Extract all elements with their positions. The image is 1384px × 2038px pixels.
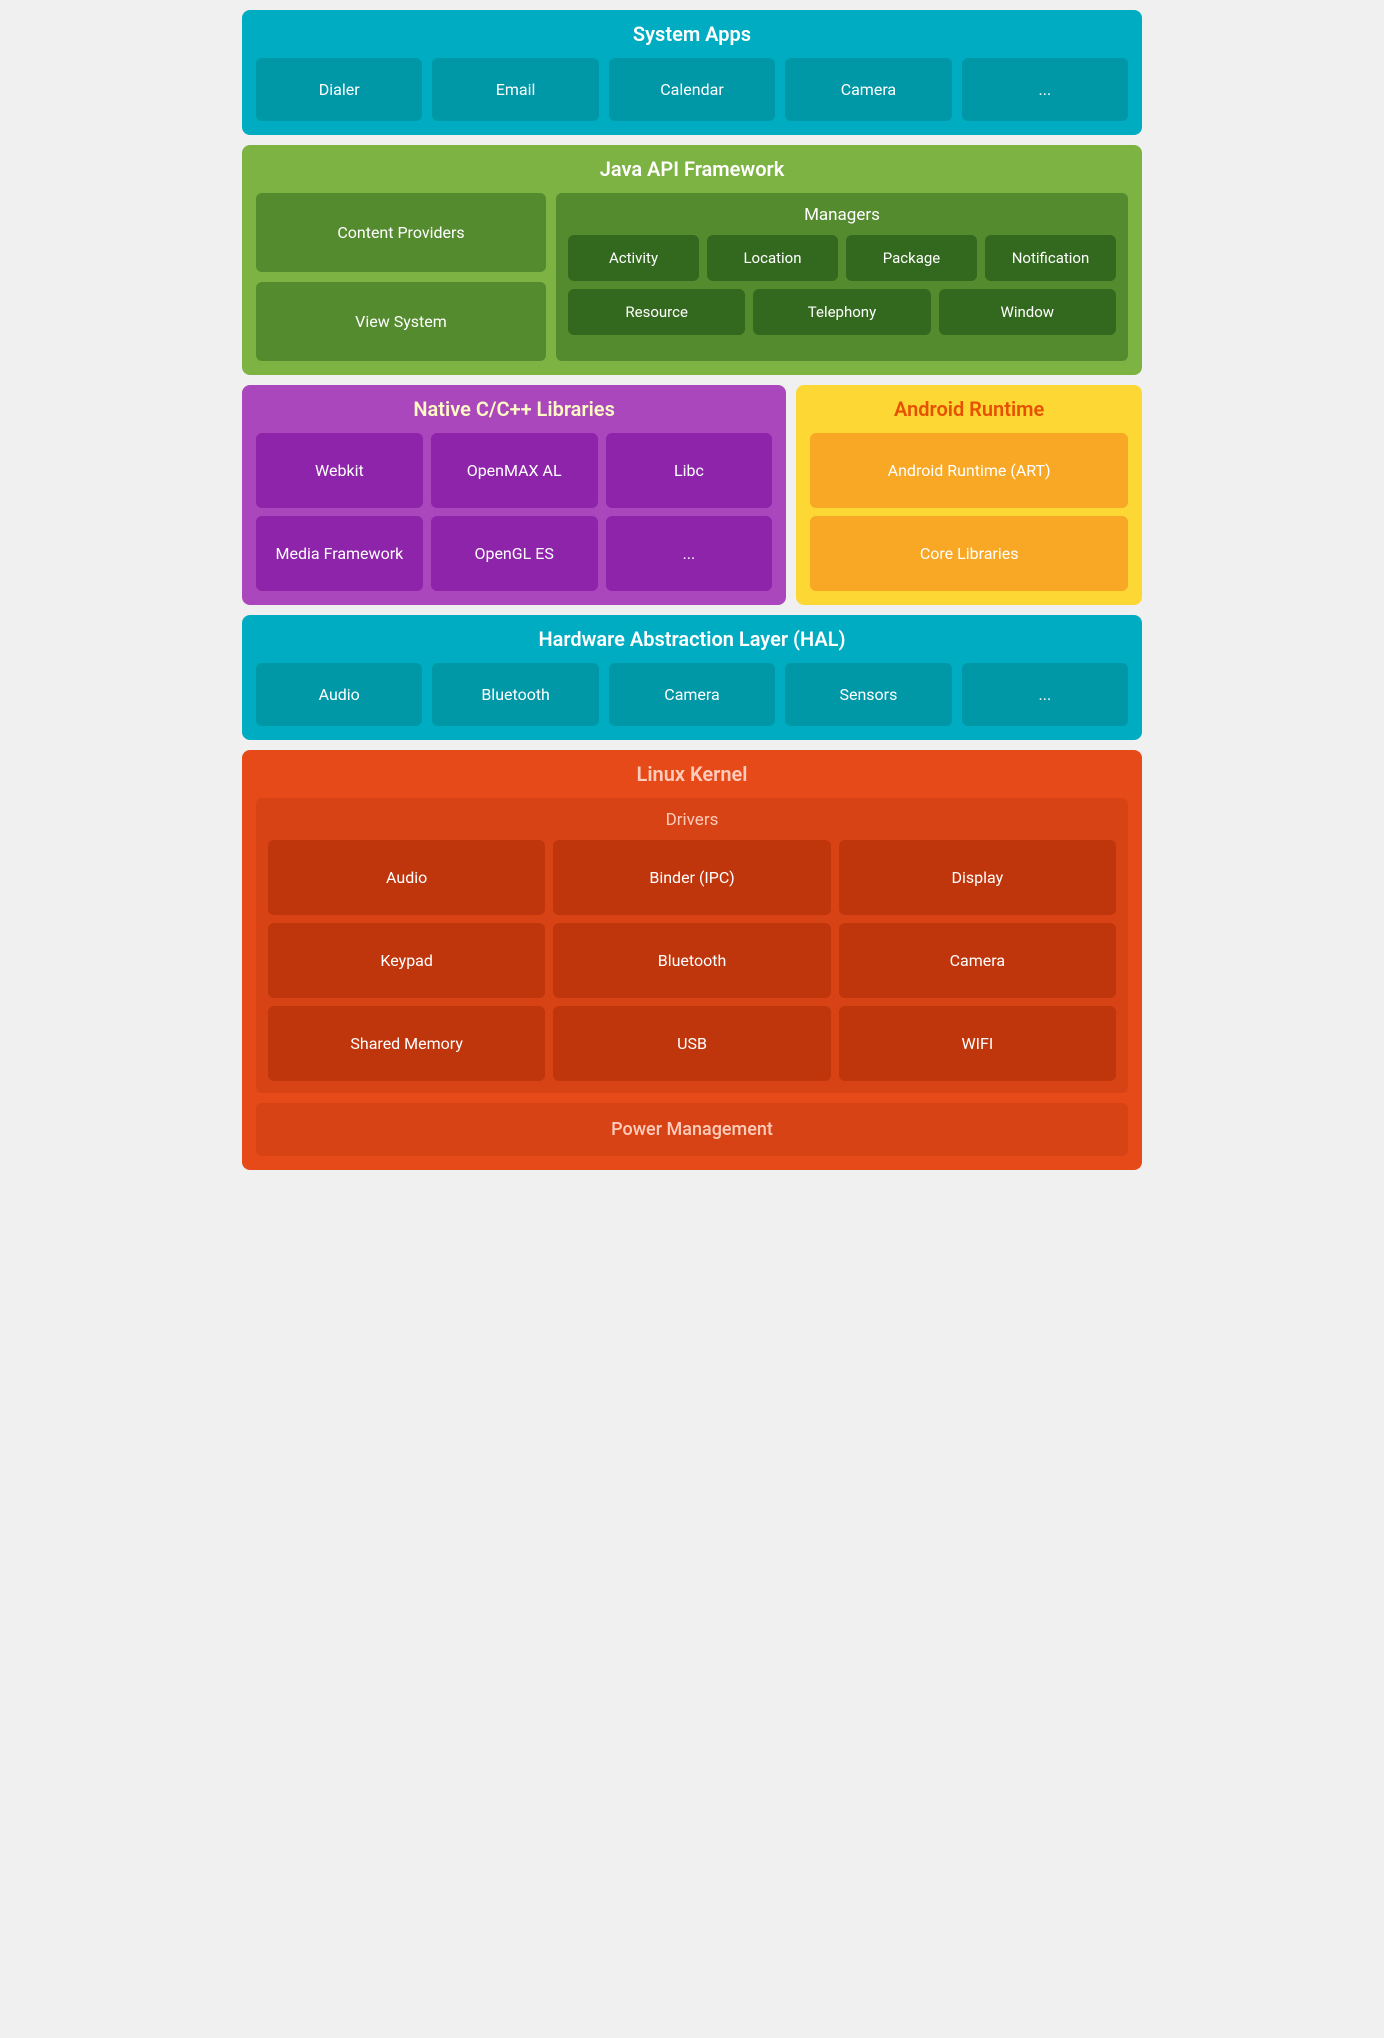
list-item: Camera bbox=[785, 58, 951, 121]
drivers-row-3: Shared Memory USB WIFI bbox=[268, 1006, 1116, 1081]
system-apps-items: Dialer Email Calendar Camera ... bbox=[256, 58, 1128, 121]
hal-items: Audio Bluetooth Camera Sensors ... bbox=[256, 663, 1128, 726]
managers-row-1: Activity Location Package Notification bbox=[568, 235, 1116, 281]
content-providers-item: Content Providers bbox=[256, 193, 546, 272]
list-item: Calendar bbox=[609, 58, 775, 121]
list-item: Media Framework bbox=[256, 516, 423, 591]
list-item: Dialer bbox=[256, 58, 422, 121]
list-item: Email bbox=[432, 58, 598, 121]
list-item: Shared Memory bbox=[268, 1006, 545, 1081]
java-api-left: Content Providers View System bbox=[256, 193, 546, 361]
native-libs-layer: Native C/C++ Libraries Webkit OpenMAX AL… bbox=[242, 385, 786, 605]
view-system-item: View System bbox=[256, 282, 546, 361]
native-libs-title: Native C/C++ Libraries bbox=[256, 397, 772, 421]
list-item: Sensors bbox=[785, 663, 951, 726]
system-apps-title: System Apps bbox=[256, 22, 1128, 46]
list-item: Android Runtime (ART) bbox=[810, 433, 1128, 508]
native-libs-grid: Webkit OpenMAX AL Libc Media Framework O… bbox=[256, 433, 772, 591]
managers-box: Managers Activity Location Package Notif… bbox=[556, 193, 1128, 361]
list-item: Core Libraries bbox=[810, 516, 1128, 591]
list-item: ... bbox=[962, 663, 1128, 726]
drivers-row-2: Keypad Bluetooth Camera bbox=[268, 923, 1116, 998]
native-libs-row-1: Webkit OpenMAX AL Libc bbox=[256, 433, 772, 508]
list-item: ... bbox=[962, 58, 1128, 121]
list-item: Bluetooth bbox=[553, 923, 830, 998]
list-item: Bluetooth bbox=[432, 663, 598, 726]
drivers-grid: Audio Binder (IPC) Display Keypad Blueto… bbox=[268, 840, 1116, 1081]
list-item: Audio bbox=[256, 663, 422, 726]
drivers-title: Drivers bbox=[268, 810, 1116, 830]
linux-kernel-layer: Linux Kernel Drivers Audio Binder (IPC) … bbox=[242, 750, 1142, 1170]
hal-title: Hardware Abstraction Layer (HAL) bbox=[256, 627, 1128, 651]
native-libs-row-2: Media Framework OpenGL ES ... bbox=[256, 516, 772, 591]
list-item: Location bbox=[707, 235, 838, 281]
managers-grid: Activity Location Package Notification R… bbox=[568, 235, 1116, 335]
java-api-title: Java API Framework bbox=[256, 157, 1128, 181]
managers-row-2: Resource Telephony Window bbox=[568, 289, 1116, 335]
managers-title: Managers bbox=[568, 205, 1116, 225]
android-runtime-title: Android Runtime bbox=[810, 397, 1128, 421]
drivers-box: Drivers Audio Binder (IPC) Display Keypa… bbox=[256, 798, 1128, 1093]
list-item: Audio bbox=[268, 840, 545, 915]
android-runtime-items: Android Runtime (ART) Core Libraries bbox=[810, 433, 1128, 591]
list-item: Resource bbox=[568, 289, 745, 335]
list-item: USB bbox=[553, 1006, 830, 1081]
list-item: Webkit bbox=[256, 433, 423, 508]
list-item: Camera bbox=[609, 663, 775, 726]
list-item: Binder (IPC) bbox=[553, 840, 830, 915]
list-item: Activity bbox=[568, 235, 699, 281]
list-item: Camera bbox=[839, 923, 1116, 998]
list-item: WIFI bbox=[839, 1006, 1116, 1081]
list-item: Keypad bbox=[268, 923, 545, 998]
list-item: Telephony bbox=[753, 289, 930, 335]
list-item: Display bbox=[839, 840, 1116, 915]
list-item: OpenGL ES bbox=[431, 516, 598, 591]
native-runtime-row: Native C/C++ Libraries Webkit OpenMAX AL… bbox=[242, 385, 1142, 605]
android-runtime-layer: Android Runtime Android Runtime (ART) Co… bbox=[796, 385, 1142, 605]
system-apps-layer: System Apps Dialer Email Calendar Camera… bbox=[242, 10, 1142, 135]
android-architecture-diagram: System Apps Dialer Email Calendar Camera… bbox=[242, 10, 1142, 1170]
list-item: Libc bbox=[606, 433, 773, 508]
power-management-item: Power Management bbox=[256, 1103, 1128, 1156]
java-api-content: Content Providers View System Managers A… bbox=[256, 193, 1128, 361]
drivers-row-1: Audio Binder (IPC) Display bbox=[268, 840, 1116, 915]
list-item: ... bbox=[606, 516, 773, 591]
linux-kernel-title: Linux Kernel bbox=[256, 762, 1128, 786]
list-item: Window bbox=[939, 289, 1116, 335]
java-api-layer: Java API Framework Content Providers Vie… bbox=[242, 145, 1142, 375]
list-item: Package bbox=[846, 235, 977, 281]
list-item: OpenMAX AL bbox=[431, 433, 598, 508]
list-item: Notification bbox=[985, 235, 1116, 281]
hal-layer: Hardware Abstraction Layer (HAL) Audio B… bbox=[242, 615, 1142, 740]
